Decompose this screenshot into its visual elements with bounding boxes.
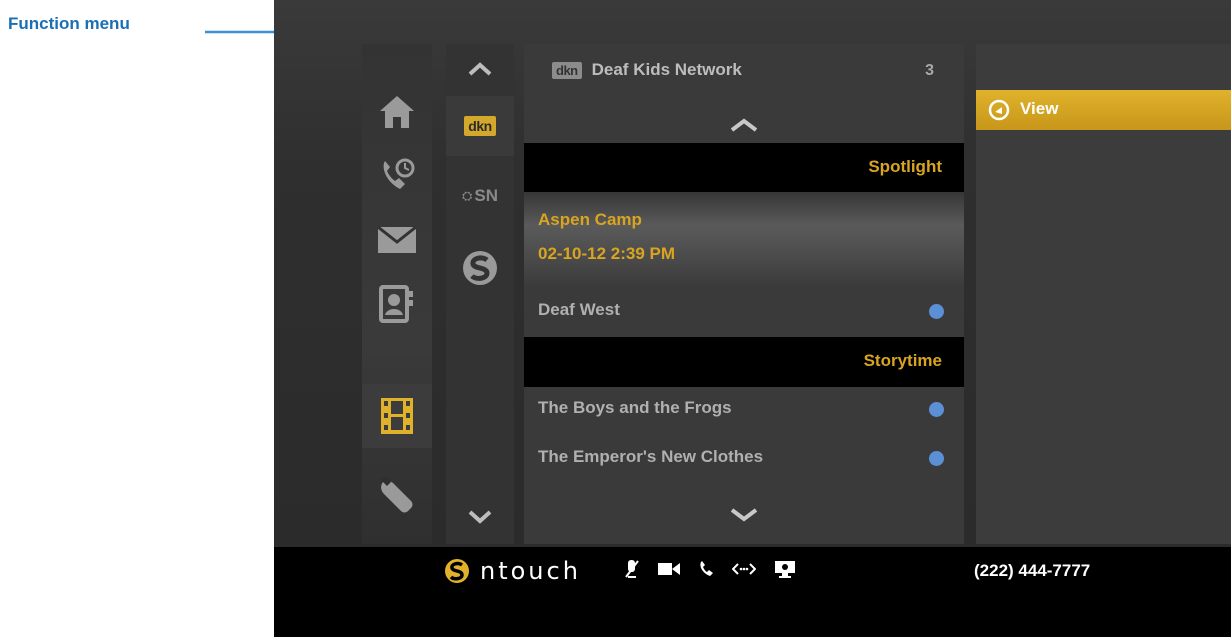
list-count: 3 [925, 62, 934, 79]
item-label: The Boys and the Frogs [538, 398, 732, 417]
item-title: Aspen Camp [538, 210, 642, 229]
channel-label-sn: SN [474, 186, 499, 205]
chevron-down-icon[interactable] [468, 510, 492, 524]
channel-rail: dkn ⛭ SN [446, 44, 514, 544]
chevron-up-icon[interactable] [468, 62, 492, 76]
dkn-header-logo: dkn [552, 61, 582, 79]
item-label: The Emperor's New Clothes [538, 447, 764, 466]
section-label: Spotlight [868, 157, 942, 176]
channel-item-sorenson[interactable] [446, 238, 514, 298]
view-play-icon [988, 99, 1010, 121]
phone-number: (222) 444-7777 [974, 561, 1091, 580]
content-list: dkn Deaf Kids Network 3 Spotlight Aspen … [524, 44, 964, 544]
video-camera-icon [658, 563, 680, 575]
brand: ntouch [444, 557, 581, 585]
status-icons [624, 559, 796, 579]
contacts-icon[interactable] [362, 272, 432, 336]
view-label: View [1020, 99, 1059, 118]
settings-wrench-icon[interactable] [362, 464, 432, 528]
home-icon[interactable] [362, 80, 432, 144]
phone-icon [700, 561, 713, 576]
unviewed-dot-icon [929, 304, 944, 319]
list-header: dkn Deaf Kids Network [552, 60, 742, 80]
channel-item-sn[interactable]: ⛭ SN [446, 166, 514, 226]
section-label: Storytime [863, 351, 942, 370]
item-label: Deaf West [538, 300, 620, 319]
call-history-icon[interactable] [362, 144, 432, 208]
sorenson-brand-icon [445, 559, 469, 583]
brand-name: ntouch [480, 557, 581, 585]
device-screen: dkn ⛭ SN dkn Deaf Kids Network 3 Spotlig… [274, 0, 1231, 637]
view-menu-item[interactable]: View [976, 90, 1231, 130]
list-chevron-down-icon[interactable] [730, 508, 758, 522]
list-chevron-up-icon[interactable] [730, 118, 758, 132]
mail-icon[interactable] [362, 208, 432, 272]
dkn-channel-logo: dkn [464, 116, 496, 136]
connection-icon [732, 563, 756, 575]
sorenson-logo-icon [463, 251, 497, 285]
function-menu: View [976, 44, 1231, 544]
mute-icon [625, 560, 639, 578]
video-film-icon[interactable] [362, 384, 432, 448]
section-header-spotlight: Spotlight [524, 143, 964, 193]
section-header-storytime: Storytime [524, 337, 964, 387]
sn-logo-icon: ⛭ [461, 188, 473, 203]
list-item[interactable]: The Emperor's New Clothes [524, 435, 964, 479]
item-date: 02-10-12 2:39 PM [538, 244, 676, 263]
list-item[interactable]: Deaf West [524, 288, 964, 332]
unviewed-dot-icon [929, 451, 944, 466]
list-item[interactable]: The Boys and the Frogs [524, 386, 964, 430]
channel-item-dkn[interactable]: dkn [446, 96, 514, 156]
list-title: Deaf Kids Network [591, 60, 742, 79]
screen-share-icon [775, 561, 795, 578]
unviewed-dot-icon [929, 402, 944, 417]
selected-list-item[interactable]: Aspen Camp 02-10-12 2:39 PM [524, 192, 964, 288]
bottom-status-bar: ntouch (222) 444-7777 [274, 547, 1231, 637]
main-menu-rail [362, 44, 432, 544]
